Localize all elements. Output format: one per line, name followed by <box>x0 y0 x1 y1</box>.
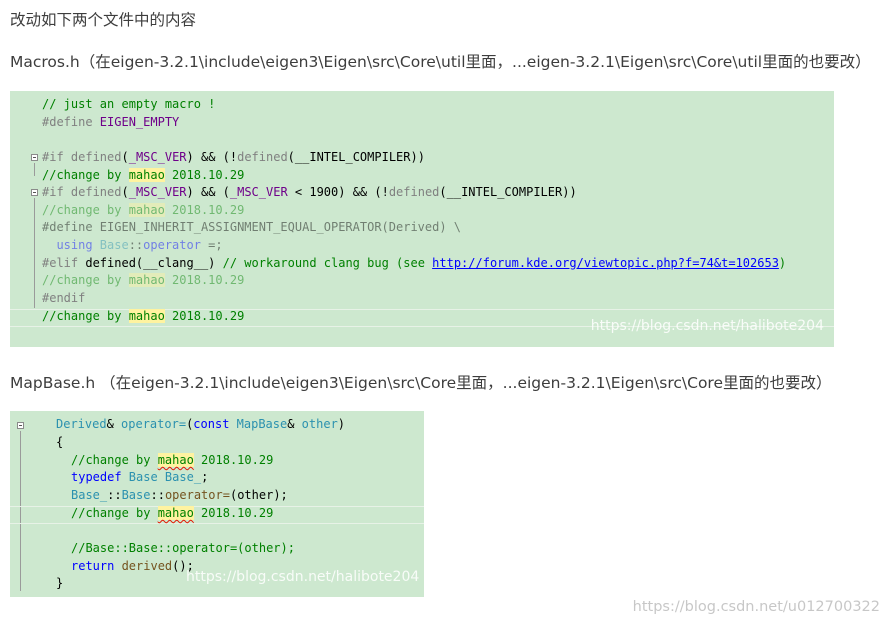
code-line: typedef Base Base_; <box>71 470 209 484</box>
fold-toggle-icon <box>31 154 38 161</box>
intro-text: 改动如下两个文件中的内容 <box>10 11 197 29</box>
code-line: #define EIGEN_INHERIT_ASSIGNMENT_EQUAL_O… <box>42 220 462 234</box>
code-line: //change by mahao 2018.10.29 <box>71 453 274 467</box>
fold-rail <box>34 198 35 308</box>
fold-rail <box>34 163 35 176</box>
macros-code-screenshot: // just an empty macro ! #define EIGEN_E… <box>10 91 834 347</box>
code-line: Base_::Base::operator=(other); <box>71 488 288 502</box>
code-line: #define EIGEN_EMPTY <box>42 115 180 129</box>
code-line: //change by mahao 2018.10.29 <box>42 203 245 217</box>
page-watermark: https://blog.csdn.net/u012700322 <box>632 599 880 615</box>
code-line: #endif <box>42 291 86 305</box>
code-line: //change by mahao 2018.10.29 <box>42 273 245 287</box>
fold-toggle-icon <box>17 422 24 429</box>
code-line: #elif defined(__clang__) // workaround c… <box>42 256 787 270</box>
code-line: { <box>56 435 64 449</box>
code-line: //change by mahao 2018.10.29 <box>42 168 245 182</box>
code-line: using Base::operator =; <box>42 238 223 252</box>
code-line: return derived(); <box>71 559 194 573</box>
code-line: #if defined(_MSC_VER) && (!defined(__INT… <box>42 150 425 164</box>
forum-link[interactable]: http://forum.kde.org/viewtopic.php?f=74&… <box>432 256 779 270</box>
code-line: Derived& operator=(const MapBase& other) <box>56 417 346 431</box>
code-line: #if defined(_MSC_VER) && (_MSC_VER < 190… <box>42 185 577 199</box>
code-line: // just an empty macro ! <box>42 97 216 111</box>
code-line: //change by mahao 2018.10.29 <box>42 309 245 323</box>
image-watermark: https://blog.csdn.net/halibote204 <box>186 569 420 585</box>
macros-file-heading: Macros.h（在eigen-3.2.1\include\eigen3\Eig… <box>10 53 871 71</box>
code-line: //change by mahao 2018.10.29 <box>71 506 274 520</box>
fold-toggle-icon <box>31 189 38 196</box>
mapbase-file-heading: MapBase.h （在eigen-3.2.1\include\eigen3\E… <box>10 374 832 392</box>
code-line: //Base::Base::operator=(other); <box>71 541 295 555</box>
mapbase-code-screenshot: Derived& operator=(const MapBase& other)… <box>10 411 424 597</box>
image-watermark: https://blog.csdn.net/halibote204 <box>590 318 824 334</box>
code-line: } <box>56 576 64 590</box>
